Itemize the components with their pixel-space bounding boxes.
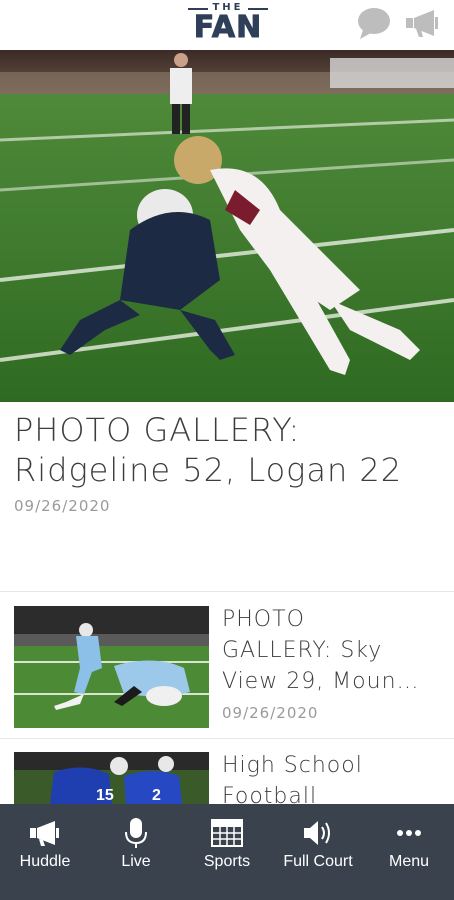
article-title-line: Football bbox=[222, 784, 318, 804]
list-item[interactable]: PHOTO GALLERY: Sky View 29, Moun… 09/26/… bbox=[0, 606, 454, 736]
more-dots-icon bbox=[392, 816, 426, 850]
tab-live[interactable]: Live bbox=[91, 804, 181, 900]
chat-bubble-icon[interactable] bbox=[356, 6, 392, 40]
the-fan-logo[interactable]: THE FAN bbox=[186, 2, 270, 46]
divider bbox=[0, 738, 454, 739]
microphone-icon bbox=[119, 816, 153, 850]
hero-article-title[interactable]: PHOTO GALLERY: Ridgeline 52, Logan 22 bbox=[14, 410, 444, 490]
svg-text:2: 2 bbox=[152, 787, 161, 804]
tab-label: Huddle bbox=[19, 853, 71, 870]
hero-title-line-1: PHOTO GALLERY: bbox=[14, 411, 301, 449]
hero-photo[interactable] bbox=[0, 50, 454, 402]
megaphone-icon bbox=[28, 816, 62, 850]
article-title[interactable]: PHOTO GALLERY: Sky View 29, Moun… bbox=[222, 604, 440, 697]
hero-article-date: 09/26/2020 bbox=[14, 497, 111, 515]
article-date: 09/26/2020 bbox=[222, 704, 319, 722]
article-title-line: GALLERY: Sky bbox=[222, 638, 383, 663]
article-title[interactable]: High School Football bbox=[222, 752, 440, 804]
tab-huddle[interactable]: Huddle bbox=[0, 804, 90, 900]
divider bbox=[0, 591, 454, 592]
app-header: THE FAN bbox=[0, 0, 454, 50]
bottom-tab-bar: Huddle Live Sports Full Court Menu bbox=[0, 804, 454, 900]
article-thumbnail[interactable]: 15 2 bbox=[14, 752, 209, 804]
tab-sports[interactable]: Sports bbox=[182, 804, 272, 900]
tab-label: Menu bbox=[388, 853, 430, 870]
list-item[interactable]: 15 2 High School Football bbox=[0, 752, 454, 804]
article-title-line: View 29, Moun… bbox=[222, 669, 420, 694]
logo-fan-text: FAN bbox=[193, 10, 263, 45]
svg-text:15: 15 bbox=[96, 787, 114, 804]
scoreboard-icon bbox=[210, 816, 244, 850]
article-title-line: High School bbox=[222, 753, 363, 778]
tab-label: Full Court bbox=[283, 853, 353, 870]
article-thumbnail[interactable] bbox=[14, 606, 209, 728]
tab-label: Live bbox=[121, 853, 151, 870]
hero-title-line-2: Ridgeline 52, Logan 22 bbox=[14, 451, 403, 489]
tab-full-court[interactable]: Full Court bbox=[273, 804, 363, 900]
tab-menu[interactable]: Menu bbox=[364, 804, 454, 900]
article-title-line: PHOTO bbox=[222, 607, 305, 632]
megaphone-icon[interactable] bbox=[404, 6, 440, 40]
tab-label: Sports bbox=[203, 853, 251, 870]
speaker-icon bbox=[301, 816, 335, 850]
